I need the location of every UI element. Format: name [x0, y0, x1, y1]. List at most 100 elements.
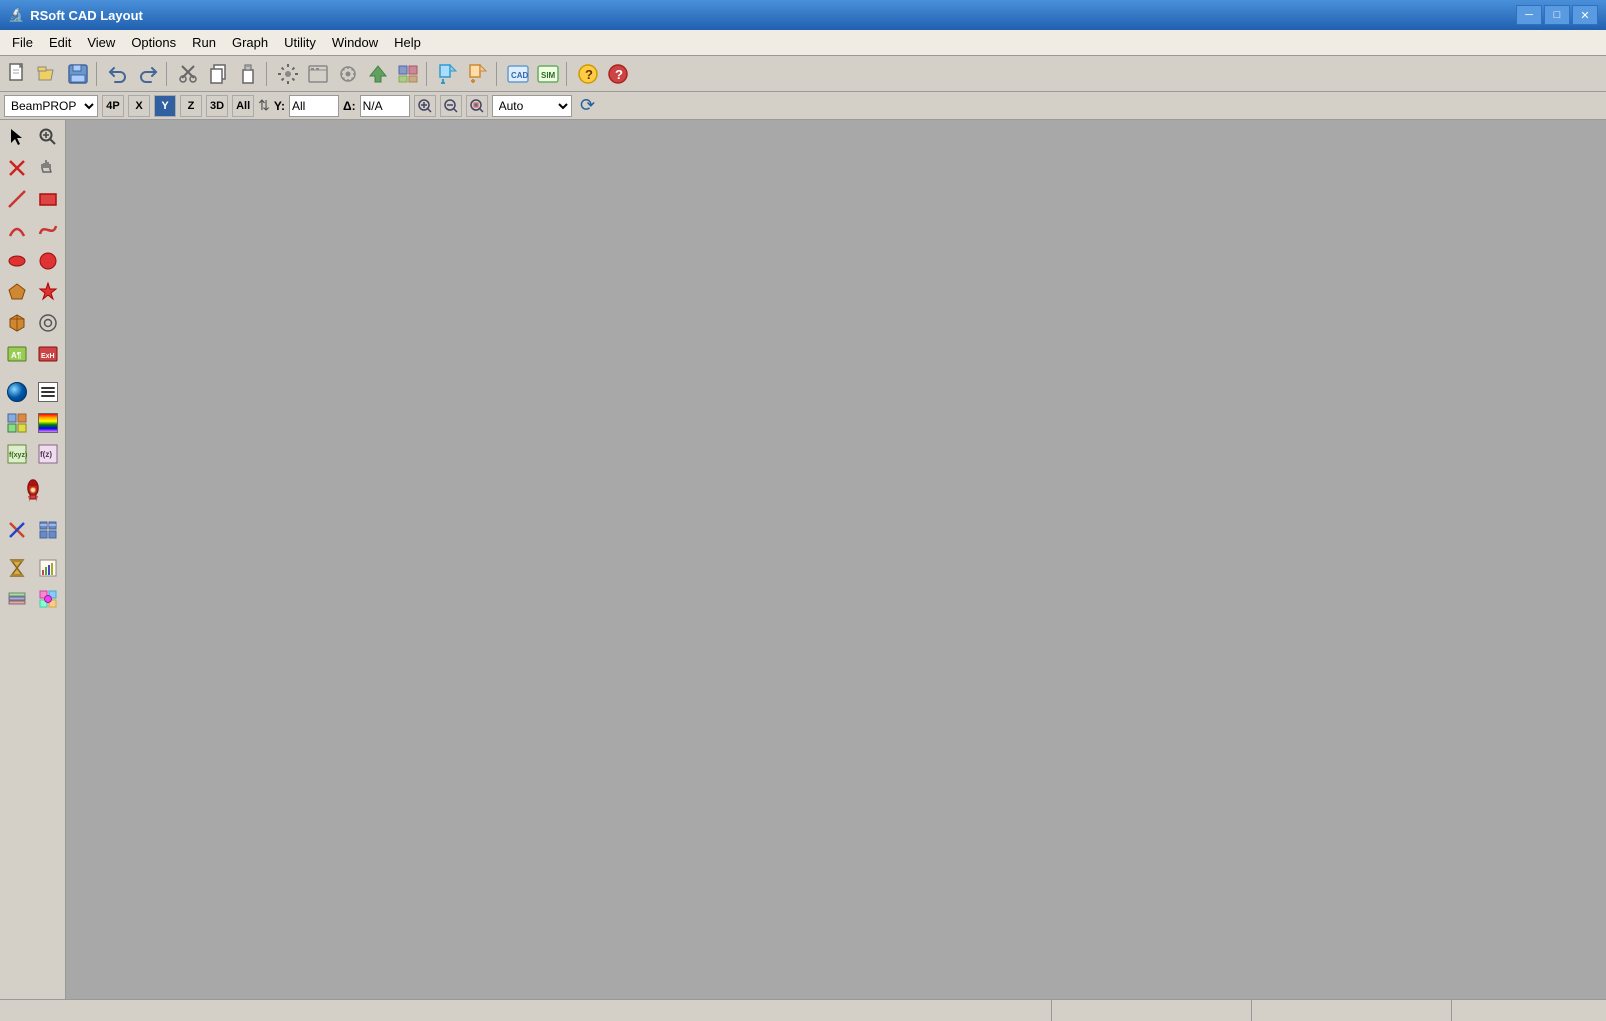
- menu-edit[interactable]: Edit: [41, 33, 79, 52]
- cross2-tool-button[interactable]: [2, 515, 32, 545]
- lt-row-10: [2, 408, 63, 438]
- coord-bar: BeamPROP FullWAVE BandSOLVE DiffractMOD …: [0, 92, 1606, 120]
- gear2-button[interactable]: [304, 60, 332, 88]
- list-icon: [38, 382, 58, 402]
- open-button[interactable]: [34, 60, 62, 88]
- svg-text:SIM: SIM: [541, 71, 556, 80]
- delta-input[interactable]: [360, 95, 410, 117]
- rocket-tool-button[interactable]: [2, 477, 63, 507]
- xyz-tool-button[interactable]: f(xyz): [2, 439, 32, 469]
- globe-tool-button[interactable]: [2, 377, 32, 407]
- title-bar-controls: ─ □ ✕: [1516, 5, 1598, 25]
- zoom-tool-button[interactable]: [33, 122, 63, 152]
- lt-sep-1: [2, 370, 63, 376]
- import-button[interactable]: [464, 60, 492, 88]
- zoom-in-button[interactable]: [414, 95, 436, 117]
- rect-tool-button[interactable]: [33, 184, 63, 214]
- colorbar-tool-button[interactable]: [33, 408, 63, 438]
- all-button[interactable]: All: [232, 95, 254, 117]
- menu-options[interactable]: Options: [123, 33, 184, 52]
- help2-button[interactable]: ?: [604, 60, 632, 88]
- restore-button[interactable]: □: [1544, 5, 1570, 25]
- hand-tool-button[interactable]: [33, 153, 63, 183]
- 4p-button[interactable]: 4P: [102, 95, 124, 117]
- puzzle-tool-button[interactable]: [33, 584, 63, 614]
- close-button[interactable]: ✕: [1572, 5, 1598, 25]
- cut-button[interactable]: [174, 60, 202, 88]
- app-icon: 🔬: [8, 7, 24, 23]
- shape3d-tool-button[interactable]: [2, 308, 32, 338]
- x-button[interactable]: X: [128, 95, 150, 117]
- chart-tool-button[interactable]: [33, 553, 63, 583]
- menu-view[interactable]: View: [79, 33, 123, 52]
- app-title: RSoft CAD Layout: [30, 8, 143, 23]
- zoom-out-button[interactable]: [440, 95, 462, 117]
- gear3-button[interactable]: [334, 60, 362, 88]
- lt-row-9: [2, 377, 63, 407]
- refresh-button[interactable]: ⟳: [576, 94, 600, 118]
- export-button[interactable]: [434, 60, 462, 88]
- hourglass-tool-button[interactable]: [2, 553, 32, 583]
- arrange-button[interactable]: [394, 60, 422, 88]
- y-button[interactable]: Y: [154, 95, 176, 117]
- z-button[interactable]: Z: [180, 95, 202, 117]
- menu-bar: File Edit View Options Run Graph Utility…: [0, 30, 1606, 56]
- zoom-select[interactable]: Auto 25% 50% 75% 100% 150% 200%: [492, 95, 572, 117]
- curve-tool-button[interactable]: [33, 215, 63, 245]
- y-input[interactable]: [289, 95, 339, 117]
- cad-button[interactable]: CAD: [504, 60, 532, 88]
- list-tool-button[interactable]: [33, 377, 63, 407]
- menu-window[interactable]: Window: [324, 33, 386, 52]
- help1-button[interactable]: ?: [574, 60, 602, 88]
- layers-tool-button[interactable]: [2, 584, 32, 614]
- redo-button[interactable]: [134, 60, 162, 88]
- zoom-fit-button[interactable]: [466, 95, 488, 117]
- svg-text:f(xyz): f(xyz): [9, 452, 27, 459]
- arc-tool-button[interactable]: [2, 215, 32, 245]
- lt-row-15: [2, 584, 63, 614]
- paste-button[interactable]: [234, 60, 262, 88]
- new-button[interactable]: [4, 60, 32, 88]
- lt-row-8: A¶ ExH: [2, 339, 63, 369]
- gear1-button[interactable]: [274, 60, 302, 88]
- extrude-tool-button[interactable]: ExH: [33, 339, 63, 369]
- mode-select[interactable]: BeamPROP FullWAVE BandSOLVE DiffractMOD: [4, 95, 98, 117]
- function-tool-button[interactable]: f(z): [33, 439, 63, 469]
- title-bar-left: 🔬 RSoft CAD Layout: [8, 7, 143, 23]
- cross-tool-button[interactable]: [2, 153, 32, 183]
- sep3: [266, 62, 270, 86]
- text-tool-button[interactable]: A¶: [2, 339, 32, 369]
- grid-tool-button[interactable]: [2, 408, 32, 438]
- minimize-button[interactable]: ─: [1516, 5, 1542, 25]
- status-seg-3: [1252, 1000, 1452, 1021]
- sim-button[interactable]: SIM: [534, 60, 562, 88]
- save-button[interactable]: [64, 60, 92, 88]
- menu-help[interactable]: Help: [386, 33, 429, 52]
- undo-button[interactable]: [104, 60, 132, 88]
- ellipse-tool-button[interactable]: [2, 246, 32, 276]
- canvas-area[interactable]: [66, 120, 1606, 999]
- sep1: [96, 62, 100, 86]
- star-tool-button[interactable]: [33, 277, 63, 307]
- menu-utility[interactable]: Utility: [276, 33, 324, 52]
- menu-graph[interactable]: Graph: [224, 33, 276, 52]
- menu-run[interactable]: Run: [184, 33, 224, 52]
- grid2-tool-button[interactable]: [33, 515, 63, 545]
- delta-label: Δ:: [343, 99, 356, 113]
- select-cursor-button[interactable]: [2, 122, 32, 152]
- menu-file[interactable]: File: [4, 33, 41, 52]
- ring-tool-button[interactable]: [33, 308, 63, 338]
- line-tool-button[interactable]: [2, 184, 32, 214]
- globe-icon: [7, 382, 27, 402]
- up-arrow-button[interactable]: [364, 60, 392, 88]
- y-label: Y:: [274, 99, 285, 113]
- polygon-tool-button[interactable]: [2, 277, 32, 307]
- left-toolbar: A¶ ExH: [0, 120, 66, 999]
- sep4: [426, 62, 430, 86]
- lt-sep-4: [2, 546, 63, 552]
- svg-text:?: ?: [585, 67, 593, 82]
- copy-button[interactable]: [204, 60, 232, 88]
- lt-row-7: [2, 308, 63, 338]
- circle-tool-button[interactable]: [33, 246, 63, 276]
- 3d-button[interactable]: 3D: [206, 95, 228, 117]
